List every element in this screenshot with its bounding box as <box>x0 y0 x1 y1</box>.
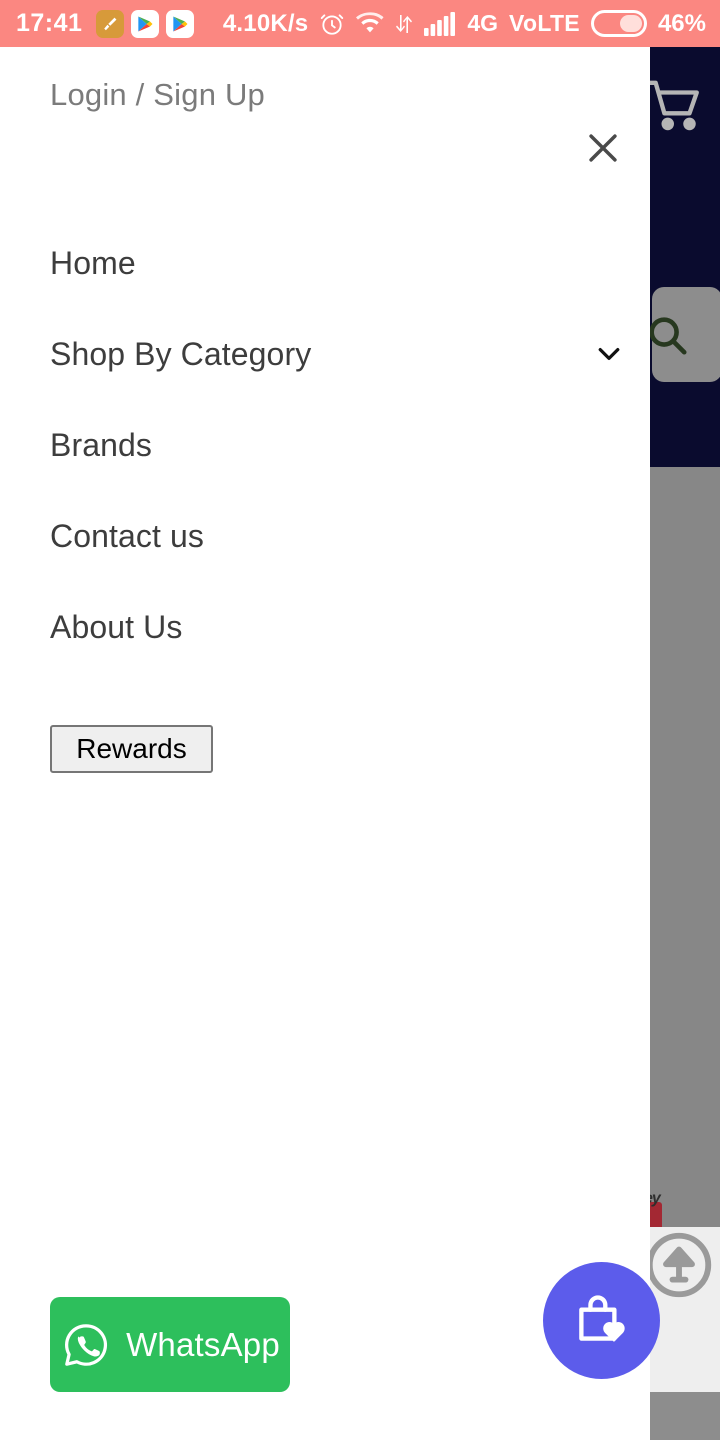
nav-item-shop-by-category[interactable]: Shop By Category <box>0 308 650 399</box>
shopping-cart-icon[interactable] <box>644 78 706 136</box>
status-indicators: 4.10K/s 4G VoLTE 46% <box>223 10 706 38</box>
battery-percent: 46% <box>657 9 706 37</box>
google-play-services-icon <box>131 9 160 38</box>
whatsapp-label: WhatsApp <box>126 1325 280 1363</box>
network-speed: 4.10K/s <box>222 9 309 37</box>
chevron-down-icon[interactable] <box>594 344 624 364</box>
cleaner-brush-icon <box>96 9 125 38</box>
data-transfer-icon <box>395 12 413 36</box>
nav-item-contact-us[interactable]: Contact us <box>0 490 650 581</box>
battery-icon <box>590 10 647 37</box>
nav-item-label: Home <box>50 244 136 281</box>
whatsapp-button[interactable]: WhatsApp <box>50 1297 290 1392</box>
nav-item-label: Shop By Category <box>50 335 312 372</box>
google-play-services-icon <box>166 9 195 38</box>
shopping-bag-heart-icon <box>569 1288 635 1354</box>
navigation-drawer: Login / Sign Up Home Shop By Category Br… <box>0 47 650 1440</box>
nav-item-about-us[interactable]: About Us <box>0 581 650 672</box>
network-type: 4G <box>467 10 499 36</box>
alarm-clock-icon <box>319 11 345 37</box>
volte-indicator: VoLTE <box>509 10 580 36</box>
status-app-icons <box>96 9 195 38</box>
nav-item-home[interactable]: Home <box>0 217 650 308</box>
nav-item-label: Brands <box>50 426 152 463</box>
status-time: 17:41 <box>16 9 83 37</box>
nav-item-brands[interactable]: Brands <box>0 399 650 490</box>
drawer-header: Login / Sign Up <box>0 47 650 162</box>
login-signup-link[interactable]: Login / Sign Up <box>50 77 265 113</box>
nav-item-label: About Us <box>50 608 183 645</box>
wishlist-button[interactable] <box>543 1262 660 1379</box>
whatsapp-icon <box>60 1319 112 1371</box>
status-bar: 17:41 4.10K/s 4G VoLTE 46% <box>0 0 720 47</box>
signal-bars-icon <box>424 11 456 36</box>
search-icon <box>644 310 690 360</box>
mobile-screen: ey 17:41 4.10K/s 4G VoLTE 46% Login / Si… <box>0 0 720 1440</box>
nav-item-label: Contact us <box>50 517 204 554</box>
drawer-nav: Home Shop By Category Brands Contact us … <box>0 217 650 672</box>
wifi-icon <box>356 11 384 36</box>
close-icon[interactable] <box>581 126 625 170</box>
rewards-button[interactable]: Rewards <box>50 725 213 773</box>
